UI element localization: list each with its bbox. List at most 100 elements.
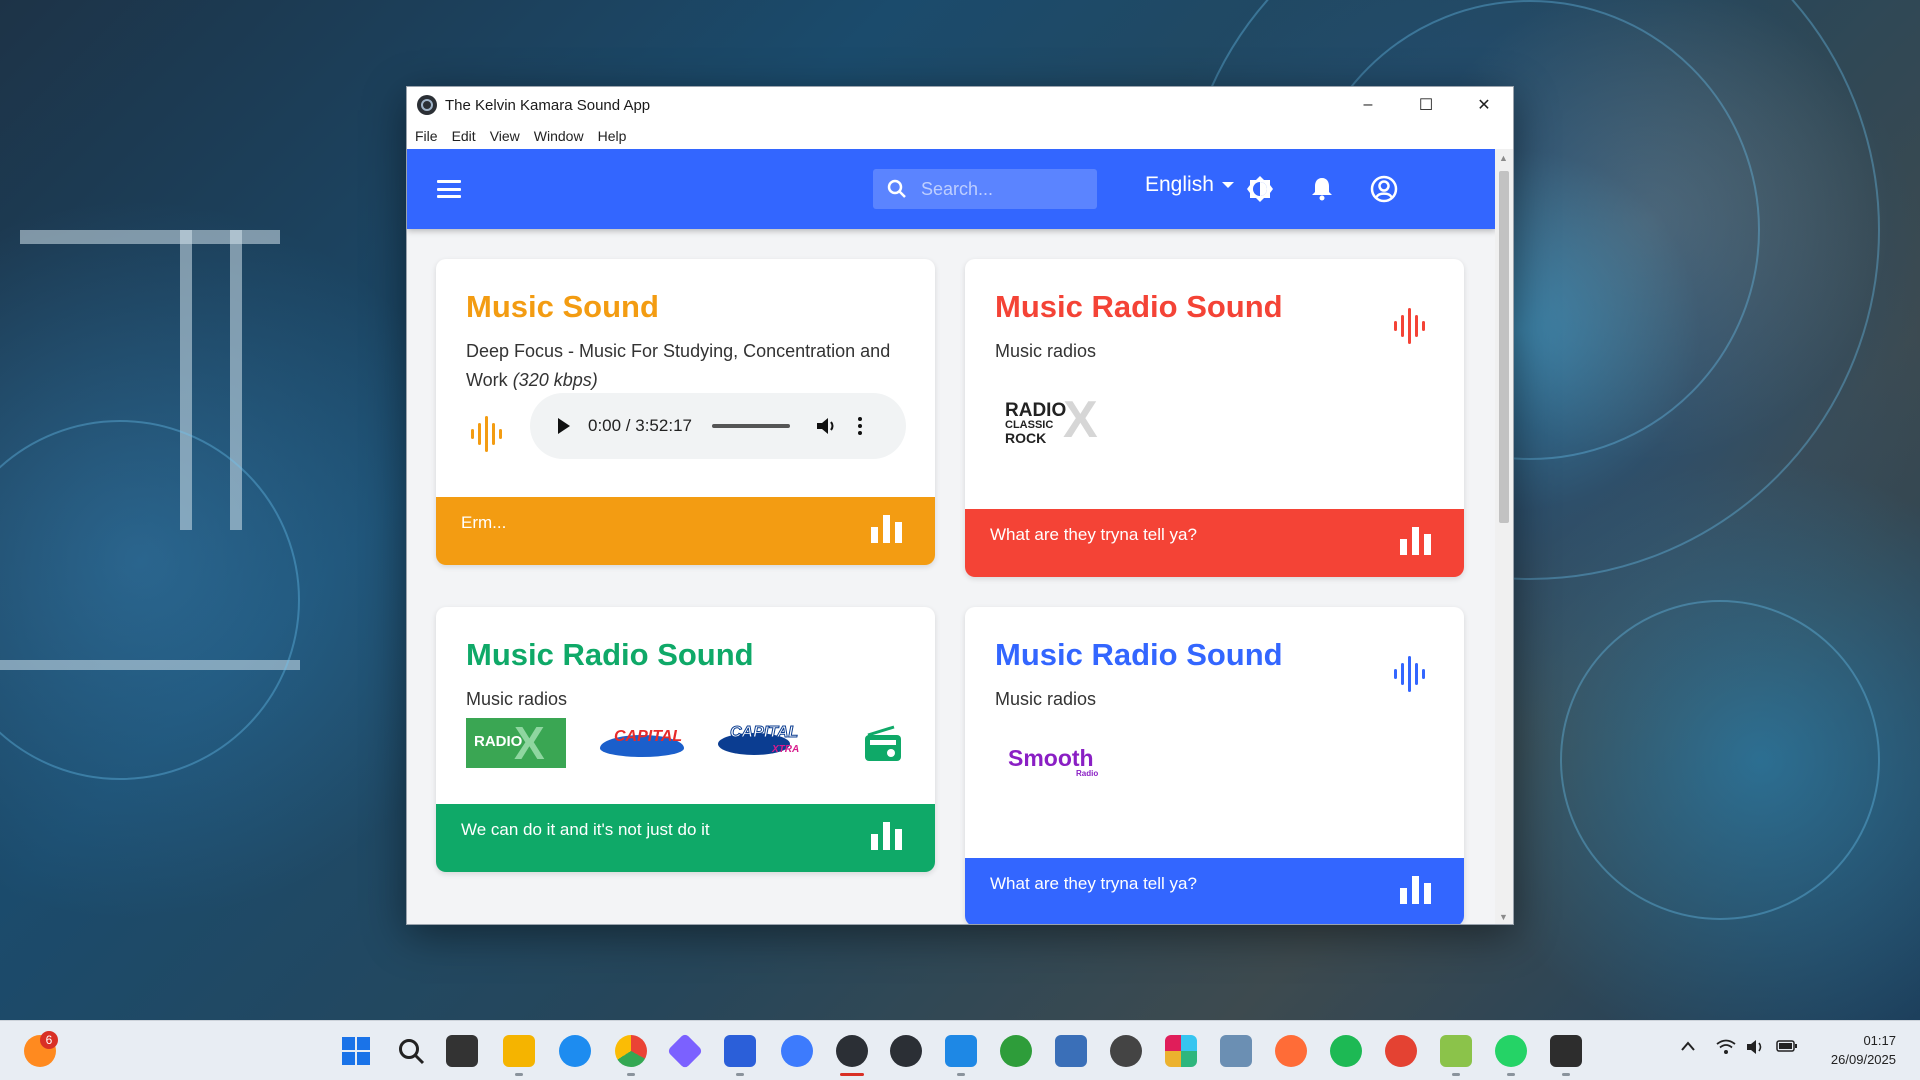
wifi-icon[interactable] [1716,1039,1736,1058]
menu-edit[interactable]: Edit [452,126,476,146]
card-subtitle: Music radios [466,689,568,709]
notification-badge: 6 [40,1031,58,1049]
bell-icon[interactable] [1307,174,1337,204]
radio-x-logo[interactable]: X RADIO [466,717,566,769]
progress-slider[interactable] [711,424,790,428]
app-logo-icon [417,95,437,115]
maximize-button[interactable]: ☐ [1397,87,1455,123]
smooth-radio-logo[interactable]: Smooth Radio [1008,745,1108,785]
electron-app-icon[interactable] [890,1035,922,1067]
menu-file[interactable]: File [415,126,438,146]
card-title: Music Sound [466,289,659,324]
sound-app-icon[interactable] [836,1035,868,1067]
card-subtitle: Music radios [995,341,1097,361]
scroll-up-icon[interactable]: ▲ [1499,153,1508,163]
brightness-icon[interactable] [1245,174,1275,204]
chrome-icon[interactable] [615,1035,647,1067]
music-sound-card: Music Sound Deep Focus - Music For Study… [436,259,935,565]
more-options-icon[interactable] [857,417,862,435]
footer-text: What are they tryna tell ya? [990,874,1197,893]
football-app-icon[interactable] [1110,1035,1142,1067]
file-explorer-icon[interactable] [503,1035,535,1067]
search-icon[interactable] [395,1035,427,1067]
app-header: English [407,149,1496,229]
x-mark-icon: X [1063,391,1098,449]
slack-icon[interactable] [1165,1035,1197,1067]
window-title: The Kelvin Kamara Sound App [445,96,651,114]
scroll-thumb[interactable] [1499,171,1509,523]
search-icon [887,179,906,198]
spotify-icon[interactable] [1330,1035,1362,1067]
footer-text: We can do it and it's not just do it [461,820,710,839]
app-window: The Kelvin Kamara Sound App – ☐ ✕ File E… [406,86,1514,925]
volume-icon[interactable] [1746,1039,1766,1058]
play-icon[interactable] [558,418,570,434]
player-time: 0:00 / 3:52:17 [588,416,692,435]
card-title: Music Radio Sound [995,637,1283,672]
background-ring [0,420,300,780]
task-view-icon[interactable] [446,1035,478,1067]
windows-start-icon[interactable] [340,1035,372,1067]
g-app-icon[interactable] [781,1035,813,1067]
app-content: English Music Sound Deep Focus - Music F… [407,149,1513,924]
card-footer: What are they tryna tell ya? [965,858,1464,924]
system-clock[interactable]: 01:17 26/09/2025 [1831,1031,1896,1069]
language-selector[interactable]: English [1145,173,1234,197]
footer-text: What are they tryna tell ya? [990,525,1197,544]
audio-wave-icon [1394,308,1425,344]
radio-x-classic-rock-logo[interactable]: X RADIO CLASSIC ROCK [1005,391,1105,449]
search-bar[interactable] [873,169,1097,209]
radio-icon[interactable] [864,725,902,763]
taskbar: 6 01:17 26/09/2025 [0,1020,1920,1080]
menu-help[interactable]: Help [598,126,627,146]
powershell-icon[interactable] [724,1035,756,1067]
volume-icon[interactable] [816,416,838,436]
card-subtitle: Deep Focus - Music For Studying, Concent… [466,337,906,395]
card-title: Music Radio Sound [995,289,1283,324]
bar-chart-icon[interactable] [871,820,903,850]
gitkraken-icon[interactable] [666,1032,704,1070]
search-input[interactable] [921,178,1081,200]
terminal-icon[interactable] [1550,1035,1582,1067]
todo-app-icon[interactable] [1385,1035,1417,1067]
menu-bar: File Edit View Window Help [407,123,1513,149]
minimize-button[interactable]: – [1339,87,1397,123]
whatsapp-icon[interactable] [1495,1035,1527,1067]
card-subtitle: Music radios [995,689,1097,709]
vscode-icon[interactable] [945,1035,977,1067]
language-label: English [1145,173,1214,196]
music-radio-card: Music Radio Sound Music radios Smooth Ra… [965,607,1464,924]
scroll-down-icon[interactable]: ▼ [1499,912,1508,922]
bar-chart-icon[interactable] [1400,525,1432,555]
clock-date: 26/09/2025 [1830,1052,1896,1067]
docker-icon[interactable] [559,1035,591,1067]
translate-app-icon[interactable] [1220,1035,1252,1067]
track-bitrate: (320 kbps) [512,370,598,390]
capital-xtra-logo[interactable]: CAPITAL XTRA [718,721,802,761]
active-app-indicator [840,1073,864,1076]
title-bar: The Kelvin Kamara Sound App – ☐ ✕ [407,87,1513,123]
bar-chart-icon[interactable] [1400,874,1432,904]
card-title: Music Radio Sound [466,637,754,672]
network-app-icon[interactable] [1055,1035,1087,1067]
vertical-scrollbar[interactable]: ▲ ▼ [1495,149,1513,924]
notepad-app-icon[interactable] [1440,1035,1472,1067]
menu-view[interactable]: View [490,126,520,146]
chevron-up-icon[interactable] [1680,1039,1696,1055]
card-footer: We can do it and it's not just do it [436,804,935,872]
capital-logo[interactable]: CAPITAL [600,725,684,759]
music-radio-card: Music Radio Sound Music radios X RADIO C… [436,607,935,872]
menu-window[interactable]: Window [534,126,584,146]
utorrent-icon[interactable] [1000,1035,1032,1067]
account-icon[interactable] [1369,174,1399,204]
audio-wave-icon [1394,656,1425,692]
bar-chart-icon[interactable] [871,513,903,543]
postman-icon[interactable] [1275,1035,1307,1067]
menu-icon[interactable] [437,177,461,201]
audio-player[interactable]: 0:00 / 3:52:17 [530,393,906,459]
battery-icon[interactable] [1776,1039,1798,1056]
caret-down-icon [1221,182,1234,188]
footer-text: Erm... [461,513,507,532]
close-button[interactable]: ✕ [1455,87,1513,123]
clock-time: 01:17 [1863,1033,1896,1048]
